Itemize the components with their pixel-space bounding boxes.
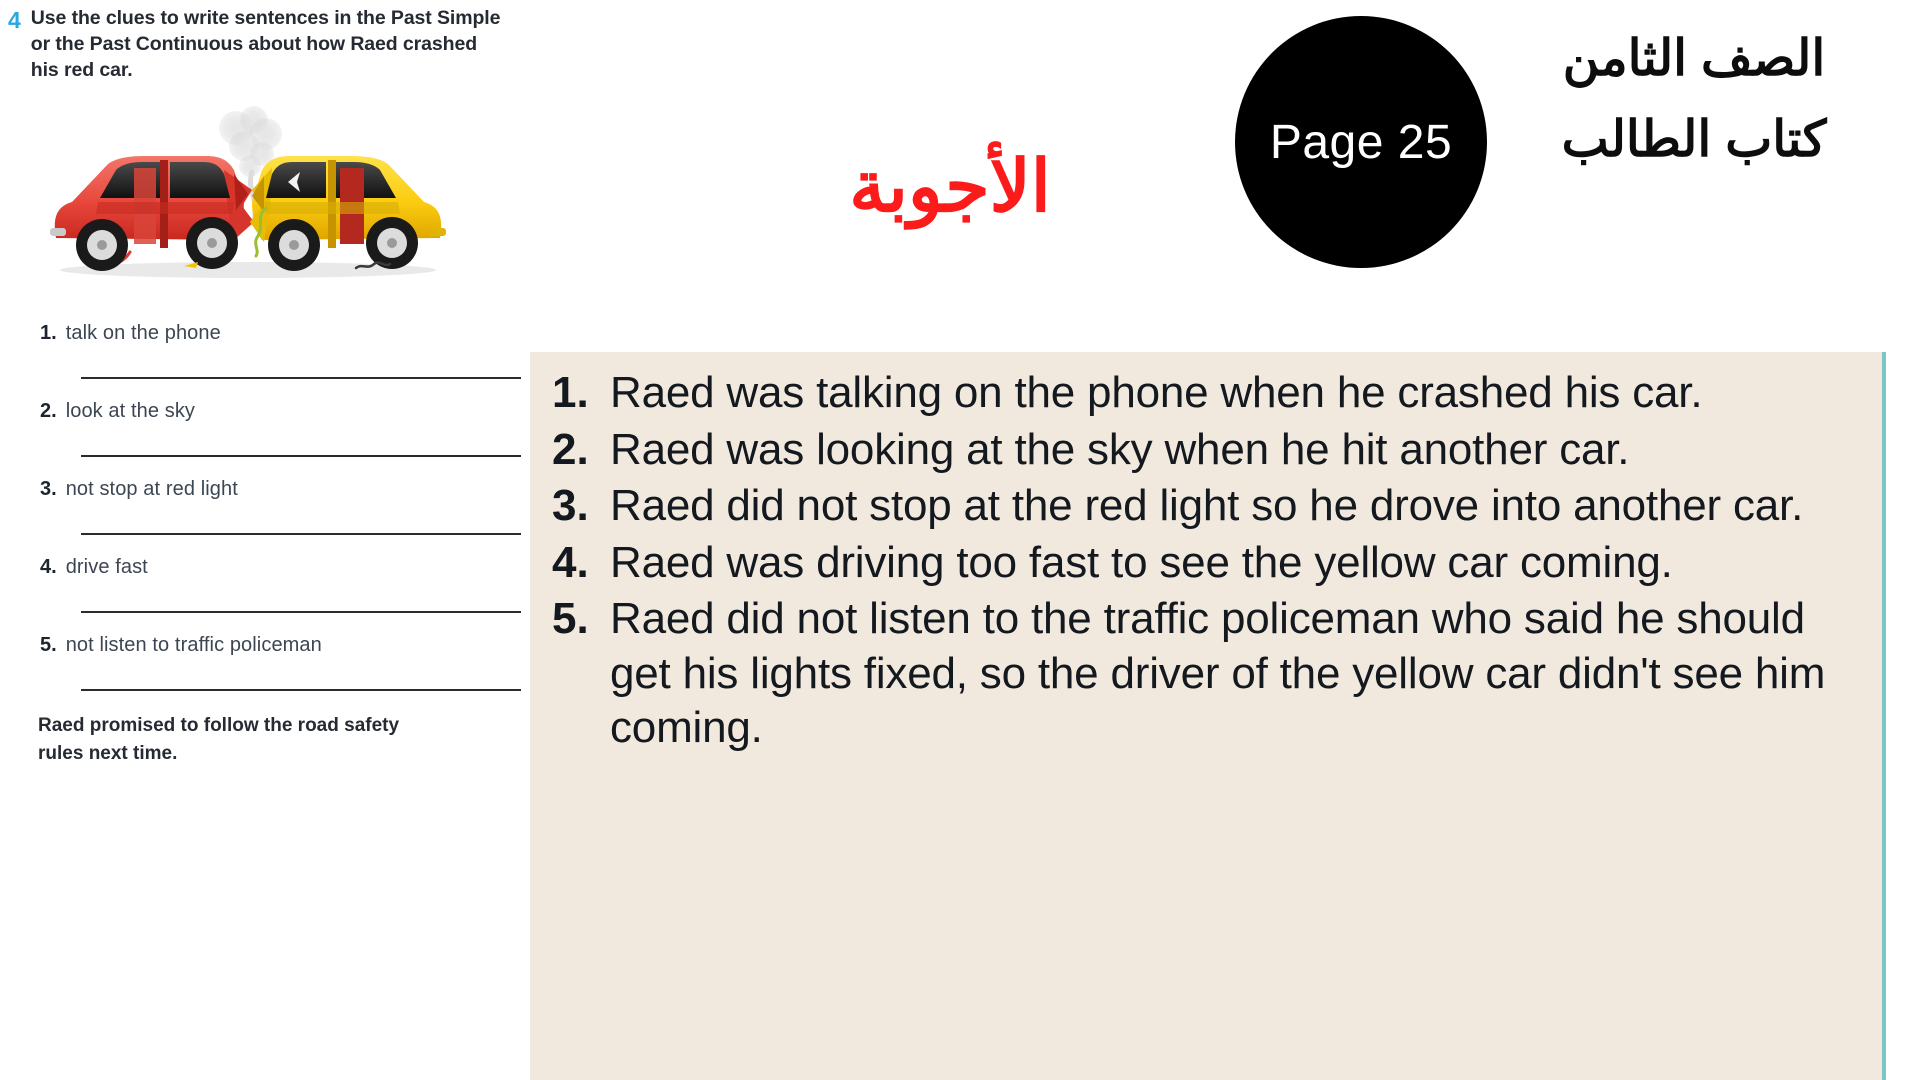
clue-number: 3.	[40, 478, 57, 500]
clue-label: not listen to traffic policeman	[65, 634, 322, 656]
answer-number: 4.	[552, 537, 589, 587]
answer-write-line[interactable]	[81, 689, 521, 691]
answer-number: 2.	[552, 424, 589, 474]
answer-row: 2. Raed was looking at the sky when he h…	[552, 423, 1860, 478]
clue-label: talk on the phone	[65, 322, 221, 344]
clue-item: 5. not listen to traffic policeman	[36, 634, 536, 712]
clue-item: 3. not stop at red light	[36, 478, 536, 556]
clue-number: 4.	[40, 556, 57, 578]
answer-text: Raed did not listen to the traffic polic…	[610, 594, 1826, 753]
answer-text: Raed was looking at the sky when he hit …	[610, 424, 1630, 474]
clue-label: drive fast	[65, 556, 148, 578]
answer-write-line[interactable]	[81, 377, 521, 379]
clue-label: look at the sky	[65, 400, 196, 422]
grade-label: الصف الثامن	[1562, 30, 1826, 86]
book-metadata: الصف الثامن كتاب الطالب	[1490, 18, 1910, 180]
answers-title-arabic: الأجوبة	[849, 147, 1051, 227]
answer-row: 5. Raed did not listen to the traffic po…	[552, 592, 1860, 756]
page-number-label: Page 25	[1269, 115, 1453, 169]
clue-number: 1.	[40, 322, 57, 344]
answers-panel: 1. Raed was talking on the phone when he…	[530, 352, 1886, 1080]
task-heading: 4 Use the clues to write sentences in th…	[8, 5, 528, 83]
task-number: 4	[8, 7, 21, 33]
clue-list: 1. talk on the phone 2. look at the sky …	[36, 322, 536, 712]
answer-number: 1.	[552, 368, 589, 417]
answer-text: Raed was driving too fast to see the yel…	[610, 537, 1673, 587]
page-root: 4 Use the clues to write sentences in th…	[0, 0, 1920, 1080]
task-instruction: Use the clues to write sentences in the …	[30, 7, 501, 82]
workbook-column: 4 Use the clues to write sentences in th…	[0, 0, 540, 1080]
answer-write-line[interactable]	[81, 455, 521, 457]
answer-write-line[interactable]	[81, 611, 521, 613]
answer-text: Raed was talking on the phone when he cr…	[610, 368, 1703, 417]
page-number-badge: Page 25	[1235, 16, 1487, 268]
clue-label: not stop at red light	[65, 478, 238, 500]
clue-item: 1. talk on the phone	[36, 322, 536, 400]
answer-write-line[interactable]	[81, 533, 521, 535]
answer-row: 3. Raed did not stop at the red light so…	[552, 479, 1860, 534]
book-label: كتاب الطالب	[1561, 111, 1827, 167]
car-crash-illustration	[38, 98, 458, 288]
closing-note: Raed promised to follow the road safety …	[38, 715, 400, 764]
answer-text: Raed did not stop at the red light so he…	[610, 481, 1804, 531]
clue-item: 4. drive fast	[36, 556, 536, 634]
clue-number: 5.	[40, 634, 57, 656]
answer-row: 1. Raed was talking on the phone when he…	[552, 366, 1860, 421]
clue-number: 2.	[40, 400, 57, 422]
answer-number: 5.	[552, 594, 589, 644]
clue-item: 2. look at the sky	[36, 400, 536, 478]
answer-number: 3.	[552, 481, 589, 531]
answer-row: 4. Raed was driving too fast to see the …	[552, 536, 1860, 591]
